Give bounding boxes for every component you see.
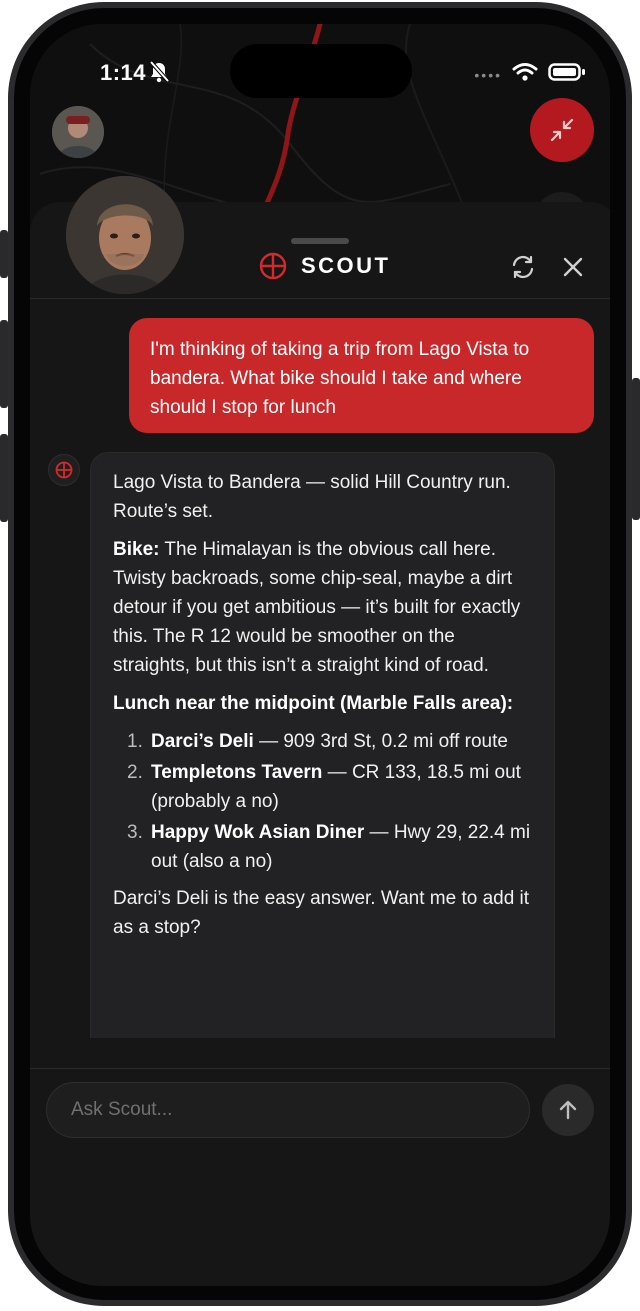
lunch-heading-text: Lunch near the midpoint (Marble Falls ar… [113,693,514,714]
bot-bike-paragraph: Bike: The Himalayan is the obvious call … [113,535,534,680]
bot-message-bubble: Lago Vista to Bandera — solid Hill Count… [90,452,555,1038]
lunch-heading: Lunch near the midpoint (Marble Falls ar… [113,689,534,718]
restaurant-name: Templetons Tavern [151,762,323,783]
bike-label: Bike: [113,539,160,560]
user-message-bubble: I'm thinking of taking a trip from Lago … [129,318,594,433]
chat-header-title: SCOUT [259,252,391,280]
page-title: SCOUT [301,253,391,278]
restaurant-name: Happy Wok Asian Diner [151,822,365,843]
screen: 1:14 •••• SCOUT I'm thinking of taking a… [30,24,610,1286]
scout-persona-avatar [66,176,184,294]
collapse-arrows-icon [550,118,574,142]
status-time: 1:14 [100,60,147,85]
user-message-text: I'm thinking of taking a trip from Lago … [150,339,530,418]
bot-avatar [48,454,80,486]
volume-up-button [0,320,8,408]
refresh-button[interactable] [510,254,536,285]
collapse-button[interactable] [530,98,594,162]
map-user-avatar[interactable] [52,106,104,158]
arrow-up-icon [559,1100,577,1120]
bot-intro-text: Lago Vista to Bandera — solid Hill Count… [113,472,511,522]
list-item: 2. Templetons Tavern — CR 133, 18.5 mi o… [113,758,534,816]
power-button [632,378,640,520]
crosshair-icon [259,252,287,280]
bike-text: The Himalayan is the obvious call here. … [113,539,521,676]
list-item-number: 2. [127,762,143,783]
crosshair-icon [55,461,73,479]
dynamic-island [230,44,412,98]
send-button[interactable] [542,1084,594,1136]
input-divider [30,1068,610,1069]
restaurant-detail: — 909 3rd St, 0.2 mi off route [253,731,508,752]
restaurant-name: Darci’s Deli [151,731,254,752]
signal-dots-icon: •••• [474,66,502,83]
list-item: 1. Darci’s Deli — 909 3rd St, 0.2 mi off… [113,727,534,756]
refresh-icon [512,255,534,279]
close-icon [563,257,583,277]
status-icons: •••• [474,62,586,87]
list-item-number: 1. [127,731,143,752]
ask-input[interactable] [46,1082,530,1138]
action-button [0,230,8,278]
volume-down-button [0,434,8,522]
lunch-options-list: 1. Darci’s Deli — 909 3rd St, 0.2 mi off… [113,727,534,876]
list-item: 3. Happy Wok Asian Diner — Hwy 29, 22.4 … [113,818,534,876]
wifi-icon [512,62,538,87]
bell-slash-icon [148,60,170,89]
drag-handle[interactable] [291,238,349,244]
list-item-number: 3. [127,822,143,843]
battery-icon [548,62,586,87]
bot-closing-text: Darci’s Deli is the easy answer. Want me… [113,888,530,938]
header-divider [30,298,610,299]
close-button[interactable] [562,256,584,283]
